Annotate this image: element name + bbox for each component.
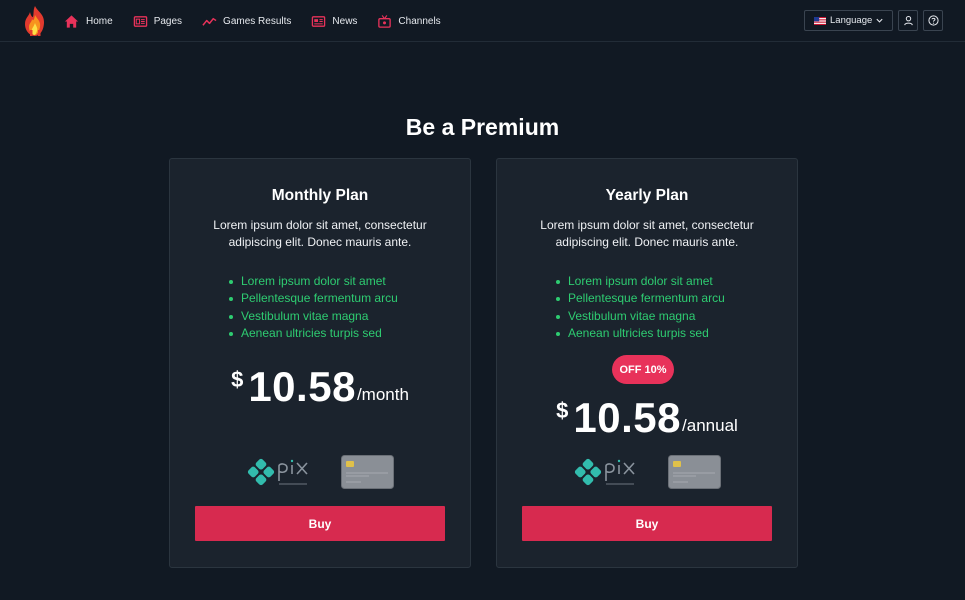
price-amount: 10.58 <box>573 394 682 441</box>
feature-list: Lorem ipsum dolor sit amet Pellentesque … <box>228 273 398 342</box>
nav-item-label: Pages <box>153 15 183 27</box>
user-icon <box>903 15 913 26</box>
price-currency: $ <box>556 398 569 423</box>
header-tools: Language <box>804 10 943 31</box>
nav-item-channels[interactable]: Channels <box>377 14 441 29</box>
discount-badge: OFF 10% <box>612 355 674 384</box>
buy-button[interactable]: Buy <box>522 506 772 541</box>
flame-logo-icon[interactable] <box>22 5 48 37</box>
page-title: Be a Premium <box>405 114 560 140</box>
payment-methods <box>497 455 797 489</box>
newspaper-icon <box>312 15 326 27</box>
pages-icon <box>133 15 147 27</box>
nav-item-news[interactable]: News <box>311 14 357 29</box>
plan-description: Lorem ipsum dolor sit amet, consectetur … <box>540 218 754 249</box>
user-button[interactable] <box>898 10 918 31</box>
feature-list: Lorem ipsum dolor sit amet Pellentesque … <box>555 273 725 342</box>
payment-methods <box>170 455 470 489</box>
language-selector[interactable]: Language <box>804 10 893 31</box>
credit-card-icon <box>667 455 721 489</box>
pix-logo-icon <box>247 458 308 486</box>
plan-card-yearly: Yearly Plan Lorem ipsum dolor sit amet, … <box>496 158 798 568</box>
main-nav: Home Pages Games Results News Channels <box>64 0 461 42</box>
pix-logo-icon <box>574 458 635 486</box>
tv-icon <box>378 14 392 28</box>
plan-price: $ 10.58 /month <box>170 365 470 409</box>
plan-title: Monthly Plan <box>271 187 369 204</box>
feature-item: Aenean ultricies turpis sed <box>228 325 398 342</box>
language-label: Language <box>830 15 873 26</box>
nav-item-pages[interactable]: Pages <box>133 14 182 29</box>
price-amount: 10.58 <box>248 363 356 410</box>
home-icon <box>64 14 79 28</box>
feature-item: Vestibulum vitae magna <box>228 308 398 325</box>
nav-item-home[interactable]: Home <box>64 14 113 29</box>
feature-item: Lorem ipsum dolor sit amet <box>555 273 725 290</box>
feature-item: Aenean ultricies turpis sed <box>555 325 725 342</box>
feature-item: Vestibulum vitae magna <box>555 308 725 325</box>
nav-item-label: Home <box>86 15 113 27</box>
top-navbar: Home Pages Games Results News Channels L… <box>0 0 965 42</box>
us-flag-icon <box>814 16 826 25</box>
buy-button[interactable]: Buy <box>195 506 445 541</box>
price-period: /month <box>356 385 409 404</box>
nav-item-label: News <box>332 15 358 27</box>
plan-title: Yearly Plan <box>605 187 689 204</box>
nav-item-label: Channels <box>398 15 441 27</box>
help-button[interactable] <box>923 10 943 31</box>
plan-card-monthly: Monthly Plan Lorem ipsum dolor sit amet,… <box>169 158 471 568</box>
price-currency: $ <box>231 367 244 392</box>
nav-item-games-results[interactable]: Games Results <box>202 14 291 29</box>
price-period: /annual <box>682 416 738 435</box>
help-circle-icon <box>927 15 939 26</box>
credit-card-icon <box>340 455 394 489</box>
nav-item-label: Games Results <box>223 15 292 27</box>
chevron-down-icon <box>876 18 883 23</box>
feature-item: Pellentesque fermentum arcu <box>228 290 398 307</box>
feature-item: Pellentesque fermentum arcu <box>555 290 725 307</box>
feature-item: Lorem ipsum dolor sit amet <box>228 273 398 290</box>
plan-description: Lorem ipsum dolor sit amet, consectetur … <box>213 218 427 249</box>
chart-line-icon <box>202 17 217 26</box>
plan-price: $ 10.58 /annual <box>497 396 797 440</box>
